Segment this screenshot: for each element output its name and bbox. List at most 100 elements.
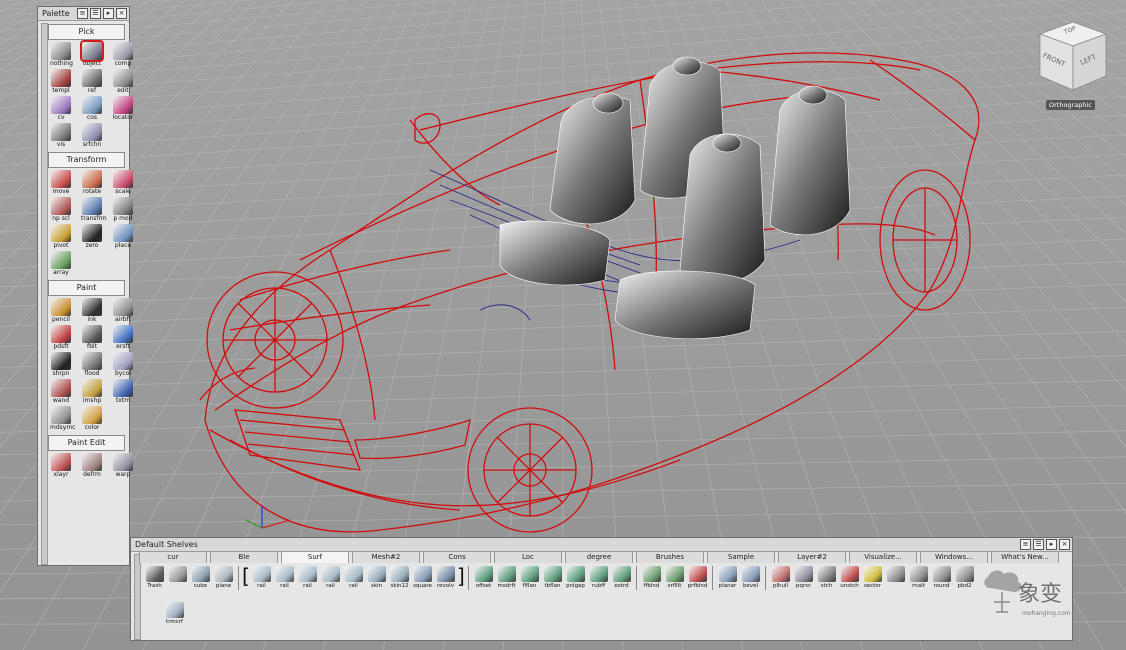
place-icon[interactable] [113,224,133,242]
shelf-tool[interactable]: round [930,566,953,590]
palette-tool[interactable]: array [50,251,72,277]
rail-surface-icon[interactable] [252,566,271,582]
profile-blend-icon[interactable] [688,566,707,582]
shelf-tab[interactable]: Mesh#2 [352,551,420,563]
palette-tool[interactable]: ersft [112,325,134,351]
pqr-icon[interactable] [794,566,813,582]
palette-tool[interactable]: fblt [81,325,103,351]
shelf-tool[interactable]: pbd2 [953,566,976,590]
shelf-tool[interactable] [884,566,907,582]
image-shape-icon[interactable] [82,379,102,397]
shelf-tool[interactable]: msdrft [495,566,518,590]
pencil-icon[interactable] [51,298,71,316]
projection-mode-label[interactable]: Orthographic [1046,100,1095,110]
move-icon[interactable] [51,170,71,188]
deform-icon[interactable] [82,453,102,471]
palette-scrollbar[interactable] [41,23,48,565]
extrude-icon[interactable] [612,566,631,582]
shelf-tab[interactable]: Layer#2 [778,551,846,563]
freeform-blend-icon[interactable] [642,566,661,582]
by-color-icon[interactable] [113,352,133,370]
palette-tool[interactable]: flood [81,352,103,378]
palette-close-button[interactable]: × [116,8,127,19]
viewcube[interactable]: TOP FRONT LEFT Orthographic [1036,18,1110,112]
palette-tool[interactable]: color [81,406,103,432]
trim-convert-icon[interactable] [165,602,184,618]
round-icon[interactable] [909,566,928,582]
pick-template-icon[interactable] [51,69,71,87]
tube-flange-icon[interactable] [543,566,562,582]
palette-titlebar[interactable]: Palette ≡ ☰ ▸ × [38,7,129,21]
palette-tool[interactable]: transfrm [81,197,107,223]
shelf-tab[interactable]: Loc [494,551,562,563]
palette-tool[interactable]: zero [81,224,103,250]
shelves-close-button[interactable]: × [1059,539,1070,550]
palette-section-header[interactable]: Paint Edit [48,435,125,451]
stitch-icon[interactable] [817,566,836,582]
hull-icon[interactable] [771,566,790,582]
panel-gap-icon[interactable] [566,566,585,582]
palette-tool[interactable]: rotate [81,170,103,196]
palette-tool[interactable]: defrm [81,453,103,479]
shelf-tab[interactable]: Surf [281,551,349,563]
shelf-tab[interactable]: Ble [210,551,278,563]
array-icon[interactable] [51,251,71,269]
mirror-symmetry-icon[interactable] [51,406,71,424]
shelf-tool[interactable]: pqrsc [792,566,815,590]
round-off-icon[interactable] [589,566,608,582]
draft-icon[interactable] [497,566,516,582]
shelf-tab[interactable]: cur [139,551,207,563]
shelf-tool[interactable]: planar [716,566,739,590]
pivot-modify-icon[interactable] [113,197,133,215]
shelf-tool[interactable]: plhull [769,566,792,590]
shelves-collapse-button[interactable]: ≡ [1020,539,1031,550]
palette-tool[interactable]: p mod [112,197,134,223]
text-icon[interactable] [113,379,133,397]
palette-tool[interactable]: srfchn [81,123,103,149]
shelf-tool[interactable]: unstch [838,566,861,590]
palette-tool[interactable]: vis [50,123,72,149]
pick-edit-icon[interactable] [113,69,133,87]
rotate-icon[interactable] [82,170,102,188]
shelf-tool[interactable]: tbflan [541,566,564,590]
palette-tool[interactable]: imshp [81,379,103,405]
round-icon[interactable] [932,566,951,582]
palette-tool[interactable]: txtm [112,379,134,405]
nonproportional-scale-icon[interactable] [51,197,71,215]
shelf-tool[interactable]: rail [296,566,319,590]
paint-soft-icon[interactable] [51,325,71,343]
shelf-tool[interactable]: extrd [610,566,633,590]
shelf-tool[interactable]: rnalt [907,566,930,590]
shelf-tab[interactable]: Windows... [920,551,988,563]
warp-icon[interactable] [113,453,133,471]
pick-visible-icon[interactable] [51,123,71,141]
palette-tool[interactable]: templ [50,69,72,95]
shelf-tool[interactable]: Trash [143,566,166,590]
shelf-tool[interactable]: rail [319,566,342,590]
trash-icon[interactable] [145,566,164,582]
shelf-tool[interactable] [166,566,189,582]
pick-cv-icon[interactable] [51,96,71,114]
flood-fill-icon[interactable] [82,352,102,370]
palette-tool[interactable]: place [112,224,134,250]
shelf-tool[interactable]: prfblnd [686,566,709,590]
pick-component-icon[interactable] [113,42,133,60]
shelf-tool[interactable]: sector [861,566,884,590]
revolve-icon[interactable] [436,566,455,582]
shelf-tool[interactable]: cube [189,566,212,590]
palette-expand-button[interactable]: ▸ [103,8,114,19]
pick-reference-icon[interactable] [82,69,102,87]
palette-tool[interactable]: bycol [112,352,134,378]
rail-surface-icon[interactable] [344,566,363,582]
palette-tool[interactable]: mdsymc [50,406,75,432]
palette-section-header[interactable]: Paint [48,280,125,296]
palette-tool[interactable]: locator [112,96,134,122]
palette-tool[interactable]: cos [81,96,103,122]
pivot-icon[interactable] [51,224,71,242]
rail-surface-icon[interactable] [321,566,340,582]
shelf-tool[interactable]: skin [365,566,388,590]
shelf-tool[interactable]: offset [472,566,495,590]
shelf-tool[interactable]: rubff [587,566,610,590]
palette-tool[interactable]: wand [50,379,72,405]
pick-locator-icon[interactable] [113,96,133,114]
